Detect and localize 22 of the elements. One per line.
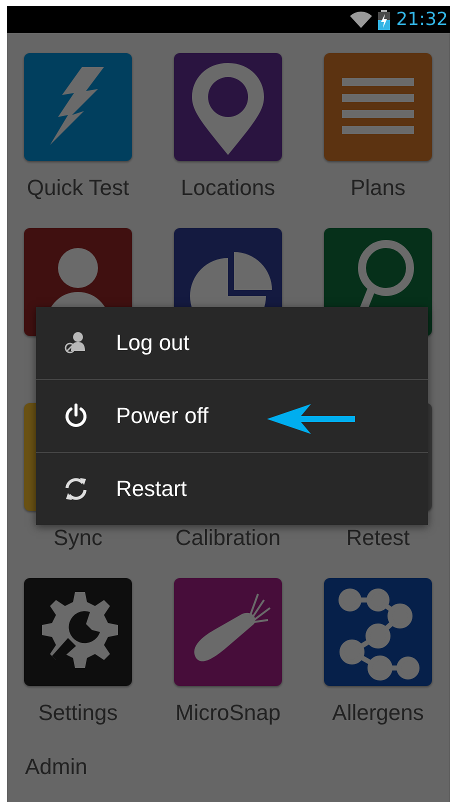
app-label[interactable]: Settings (38, 698, 118, 728)
wifi-icon (350, 10, 372, 28)
app-tile[interactable] (324, 53, 432, 161)
app-tile[interactable] (24, 578, 132, 686)
section-heading: Admin (25, 754, 88, 780)
app-label[interactable]: Retest (346, 523, 410, 553)
app-label[interactable]: MicroSnap (175, 698, 281, 728)
app-label[interactable]: Locations (180, 173, 276, 203)
app-label[interactable]: Sync (54, 523, 102, 553)
app-tile[interactable] (24, 53, 132, 161)
app-tile[interactable] (174, 578, 282, 686)
app-tile[interactable] (174, 53, 282, 161)
app-label[interactable]: Calibration (175, 523, 281, 553)
clock-time: 21:32 (396, 9, 448, 30)
battery-charging-icon (378, 10, 390, 30)
app-label[interactable]: Plans (350, 173, 406, 203)
menu-item[interactable]: Restart (36, 453, 428, 525)
app-label[interactable]: Quick Test (26, 173, 130, 203)
menu-item[interactable]: Log out (36, 307, 428, 380)
app-tile[interactable] (324, 578, 432, 686)
app-label[interactable]: Allergens (332, 698, 424, 728)
menu-item[interactable]: Power off (36, 380, 428, 453)
